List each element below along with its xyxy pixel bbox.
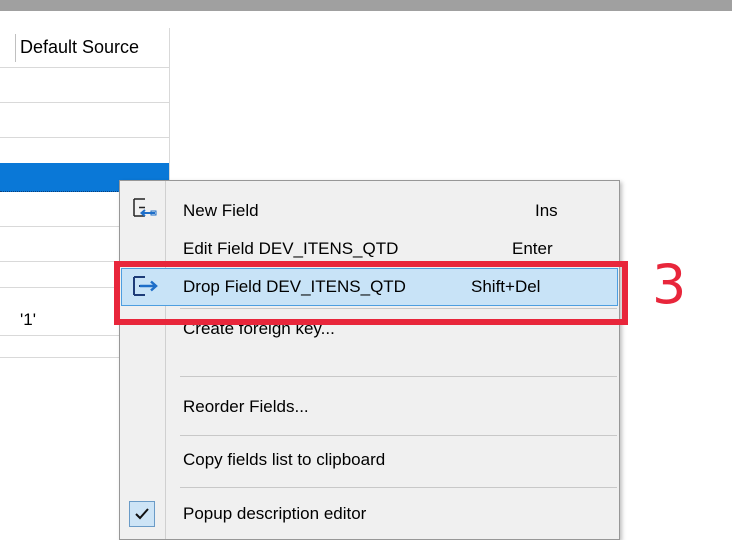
new-field-icon	[131, 196, 157, 227]
menu-divider	[180, 435, 617, 436]
menu-item-label: Edit Field DEV_ITENS_QTD	[183, 239, 399, 258]
menu-item-label: Copy fields list to clipboard	[183, 450, 386, 469]
menu-item-label: Popup description editor	[183, 504, 367, 523]
menu-divider	[180, 487, 617, 488]
menu-item-label: New Field	[183, 201, 259, 220]
menu-divider	[180, 376, 617, 377]
table-row[interactable]	[0, 103, 170, 138]
menu-item-shortcut: Enter	[512, 239, 553, 258]
table-row[interactable]	[0, 68, 170, 103]
menu-item-reorder-fields[interactable]: Reorder Fields...	[121, 388, 618, 426]
cell-default-source: '1'	[20, 310, 36, 329]
menu-item-copy-fields-list[interactable]: Copy fields list to clipboard	[121, 441, 618, 479]
menu-item-shortcut: Ins	[535, 201, 558, 220]
menu-item-new-field[interactable]: New Field Ins	[121, 192, 618, 230]
annotation-step-number: 3	[652, 253, 687, 316]
column-separator[interactable]	[15, 34, 16, 62]
annotation-highlight-frame	[114, 261, 628, 325]
context-menu: New Field Ins Edit Field DEV_ITENS_QTD E…	[119, 180, 620, 540]
column-header-default-source[interactable]: Default Source	[0, 28, 170, 68]
menu-item-popup-description-editor[interactable]: Popup description editor	[121, 495, 618, 533]
column-header-label: Default Source	[20, 37, 140, 57]
menu-item-label: Reorder Fields...	[183, 397, 309, 416]
check-icon	[129, 501, 155, 527]
top-scrollbar-strip	[0, 0, 732, 11]
